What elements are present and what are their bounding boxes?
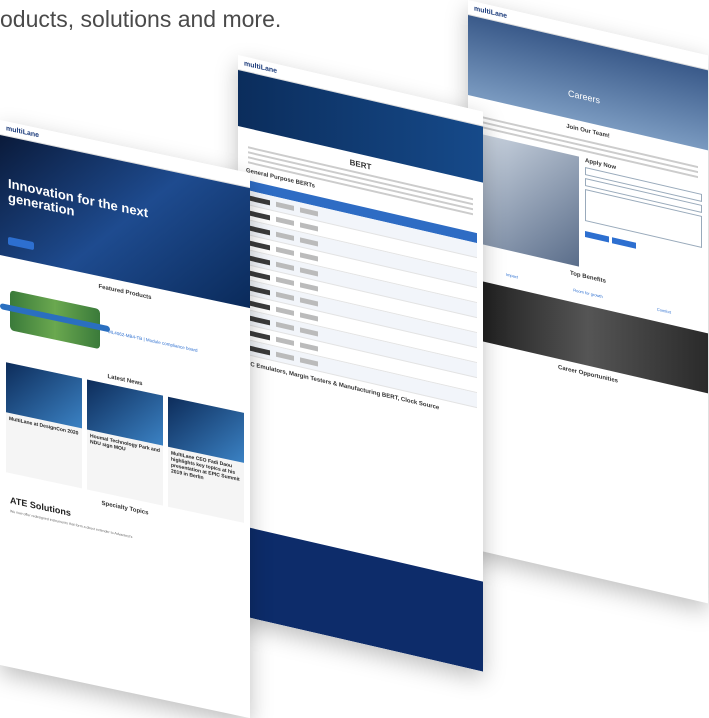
hero-title: Innovation for the next generation — [8, 175, 149, 221]
mockup-stage: multiLane Careers Join Our Team! Apply N… — [0, 0, 709, 718]
bert-page-mockup: multiLane BERT General Purpose BERTs AC … — [238, 55, 483, 672]
news-card[interactable]: MultiLane CEO Fadi Daou highlights key t… — [168, 396, 244, 523]
home-page-mockup: multiLane Innovation for the next genera… — [0, 120, 250, 718]
submit-button[interactable] — [612, 237, 636, 249]
benefit-impact: Impact — [505, 271, 518, 280]
benefit-growth: Room for growth — [573, 287, 603, 300]
upload-button[interactable] — [585, 231, 609, 243]
careers-page-mockup: multiLane Careers Join Our Team! Apply N… — [468, 0, 708, 604]
product-link[interactable]: ML4062-MB4-TB | Module compliance board — [108, 328, 208, 354]
news-card[interactable]: Houmal Technology Park and NDU sign MOU — [87, 379, 163, 506]
benefit-comfort: Comfort — [656, 306, 672, 315]
handshake-image — [474, 132, 579, 267]
careers-hero-title: Careers — [568, 88, 601, 106]
hero-button[interactable] — [8, 236, 34, 251]
product-image — [10, 290, 100, 350]
bert-footer — [238, 525, 483, 672]
news-card[interactable]: MultiLane at DesignCon 2020 — [6, 362, 82, 489]
apply-form: Apply Now — [585, 158, 702, 295]
